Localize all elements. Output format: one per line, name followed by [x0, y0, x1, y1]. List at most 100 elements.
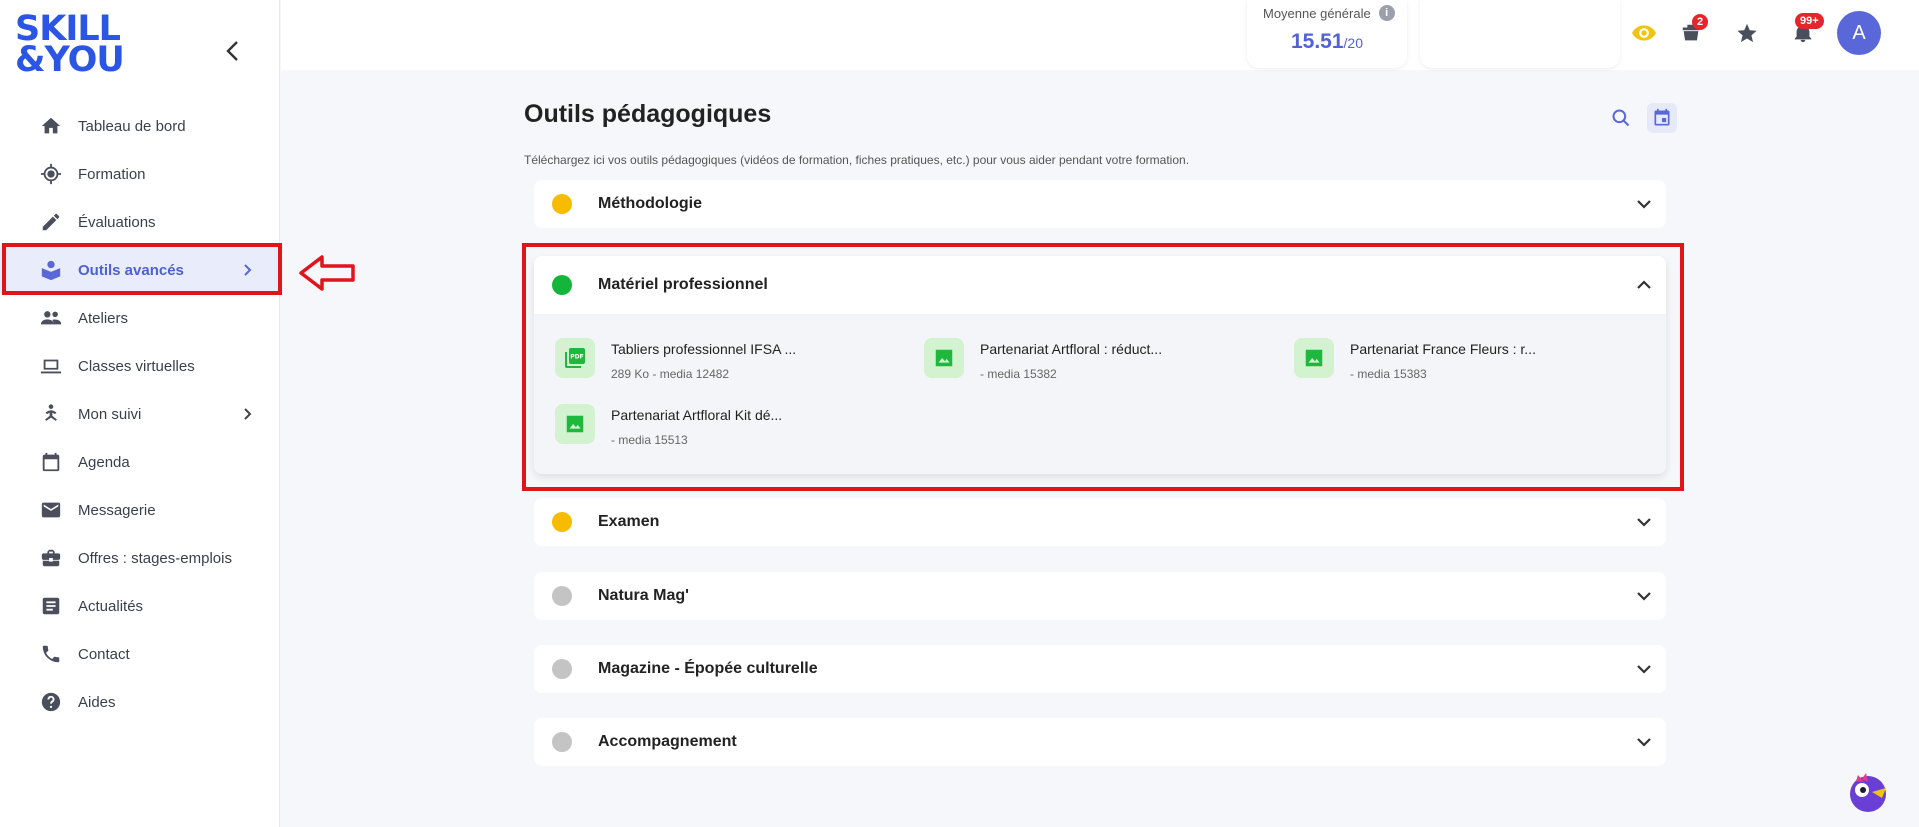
avatar[interactable]: A — [1837, 11, 1881, 55]
chevron-right-icon — [244, 408, 252, 420]
image-icon — [1294, 338, 1334, 378]
star-icon — [1737, 23, 1757, 43]
sidebar-item-messagerie[interactable]: Messagerie — [0, 486, 280, 534]
average-value: 15.51/20 — [1290, 30, 1364, 53]
chevron-up-icon — [1637, 280, 1651, 289]
briefcase-icon — [40, 547, 62, 569]
sidebar-item-label: Mon suivi — [78, 405, 142, 423]
section-title: Matériel professionnel — [598, 276, 768, 293]
sidebar-item-label: Classes virtuelles — [78, 357, 195, 375]
calendar-icon — [40, 451, 62, 473]
section-header[interactable]: Méthodologie — [534, 180, 1666, 228]
topbar — [281, 0, 1919, 70]
search-icon — [1612, 109, 1630, 127]
sidebar-item-label: Messagerie — [78, 501, 156, 519]
collapse-sidebar-button[interactable] — [220, 36, 246, 66]
file-name: Tabliers professionnel IFSA ... — [611, 341, 797, 357]
section-header[interactable]: Natura Mag' — [534, 572, 1666, 620]
favorites-button[interactable] — [1734, 20, 1760, 46]
file-item[interactable]: Partenariat Artfloral Kit dé... - media … — [555, 400, 915, 450]
article-icon — [40, 595, 62, 617]
status-dot — [552, 732, 572, 752]
search-button[interactable] — [1608, 105, 1634, 131]
help-icon — [40, 691, 62, 713]
section-accompagnement: Accompagnement — [534, 718, 1666, 766]
file-meta: - media 15513 — [611, 433, 688, 447]
cart-button[interactable]: 2 — [1678, 14, 1709, 46]
notifications-button[interactable]: 99+ — [1790, 13, 1824, 46]
cart-badge: 2 — [1692, 14, 1709, 30]
chevron-down-icon — [1637, 665, 1651, 674]
annotation-arrow-icon — [299, 255, 355, 291]
sidebar-item-label: Agenda — [78, 453, 130, 471]
status-dot — [552, 512, 572, 532]
sidebar-item-classes-virtuelles[interactable]: Classes virtuelles — [0, 342, 280, 390]
phone-icon — [40, 643, 62, 665]
image-icon — [555, 404, 595, 444]
section-natura-mag: Natura Mag' — [534, 572, 1666, 620]
file-meta: 289 Ko - media 12482 — [611, 367, 730, 381]
sidebar-item-formation[interactable]: Formation — [0, 150, 280, 198]
sidebar-item-actualites[interactable]: Actualités — [0, 582, 280, 630]
sidebar-item-offres[interactable]: Offres : stages-emplois — [0, 534, 280, 582]
person-yoga-icon — [40, 403, 62, 425]
target-icon — [40, 163, 62, 185]
status-dot — [552, 275, 572, 295]
notifications-badge: 99+ — [1795, 13, 1824, 29]
sidebar: SKILL &YOU Tableau de bord Formation Éva… — [0, 0, 280, 827]
sidebar-item-label: Offres : stages-emplois — [78, 549, 232, 567]
eye-button[interactable] — [1631, 20, 1657, 46]
sidebar-item-tableau-de-bord[interactable]: Tableau de bord — [0, 102, 280, 150]
section-header[interactable]: Matériel professionnel — [534, 256, 1666, 314]
file-name: Partenariat Artfloral : réduct... — [980, 341, 1163, 357]
file-name: Partenariat France Fleurs : r... — [1350, 341, 1536, 357]
section-header[interactable]: Examen — [534, 498, 1666, 546]
sidebar-item-outils-avances[interactable]: Outils avancés — [0, 246, 280, 294]
sidebar-item-label: Évaluations — [78, 213, 156, 231]
section-files: PDF Tabliers professionnel IFSA ... 289 … — [534, 314, 1666, 474]
empty-card — [1420, 0, 1620, 68]
file-meta: - media 15382 — [980, 367, 1057, 381]
group-icon — [40, 307, 62, 329]
sidebar-item-agenda[interactable]: Agenda — [0, 438, 280, 486]
eye-icon — [1632, 25, 1656, 41]
section-title: Accompagnement — [598, 733, 737, 750]
assistant-mascot-button[interactable] — [1846, 770, 1890, 814]
logo[interactable]: SKILL &YOU — [15, 12, 125, 78]
pencil-icon — [40, 211, 62, 233]
sidebar-item-evaluations[interactable]: Évaluations — [0, 198, 280, 246]
chevron-down-icon — [1637, 592, 1651, 601]
page-description: Téléchargez ici vos outils pédagogiques … — [524, 153, 1190, 167]
calendar-event-icon — [1654, 108, 1670, 126]
status-dot — [552, 194, 572, 214]
section-methodologie: Méthodologie — [534, 180, 1666, 228]
status-dot — [552, 659, 572, 679]
sidebar-item-label: Contact — [78, 645, 130, 663]
sidebar-item-aides[interactable]: Aides — [0, 678, 280, 726]
file-name: Partenariat Artfloral Kit dé... — [611, 407, 783, 423]
chevron-right-icon — [244, 264, 252, 276]
sidebar-item-label: Aides — [78, 693, 116, 711]
pdf-icon: PDF — [555, 338, 595, 378]
chevron-left-icon — [226, 41, 238, 61]
section-title: Magazine - Épopée culturelle — [598, 660, 818, 677]
section-title: Natura Mag' — [598, 587, 689, 604]
info-icon[interactable]: i — [1378, 5, 1395, 21]
laptop-icon — [40, 355, 62, 377]
sidebar-item-ateliers[interactable]: Ateliers — [0, 294, 280, 342]
chevron-down-icon — [1637, 200, 1651, 209]
sidebar-item-contact[interactable]: Contact — [0, 630, 280, 678]
calendar-view-button[interactable] — [1647, 103, 1677, 133]
file-meta: - media 15383 — [1350, 367, 1427, 381]
sidebar-item-mon-suivi[interactable]: Mon suivi — [0, 390, 280, 438]
file-item[interactable]: Partenariat Artfloral : réduct... - medi… — [924, 334, 1284, 384]
section-examen: Examen — [534, 498, 1666, 546]
book-user-icon — [40, 259, 62, 281]
chevron-down-icon — [1637, 738, 1651, 747]
file-item[interactable]: Partenariat France Fleurs : r... - media… — [1294, 334, 1654, 384]
file-item[interactable]: PDF Tabliers professionnel IFSA ... 289 … — [555, 334, 915, 384]
section-header[interactable]: Accompagnement — [534, 718, 1666, 766]
section-header[interactable]: Magazine - Épopée culturelle — [534, 645, 1666, 693]
section-magazine-epopee: Magazine - Épopée culturelle — [534, 645, 1666, 693]
image-icon — [924, 338, 964, 378]
